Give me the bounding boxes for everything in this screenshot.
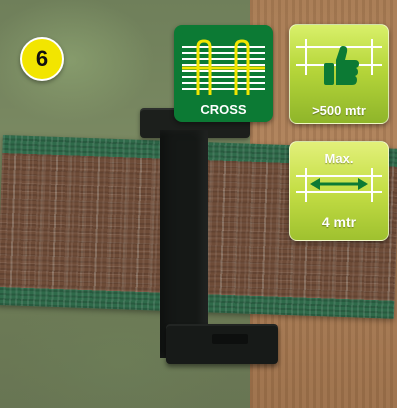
max-span-value: 4 mtr — [321, 214, 357, 230]
distance-badge: >500 mtr — [289, 24, 389, 124]
insulator-clip-foot — [166, 324, 278, 364]
insulator-clip-slot — [212, 334, 248, 344]
max-span-badge: Max. 4 mtr — [289, 141, 389, 241]
max-label: Max. — [324, 151, 354, 166]
step-number-badge: 6 — [20, 37, 64, 81]
fence-posts-icon — [296, 39, 382, 85]
cross-badge: CROSS — [174, 25, 273, 122]
step-number: 6 — [35, 46, 49, 71]
fence-tape-photo: 6 CROSS >500 mtr Max. 4 mtr — [0, 0, 397, 408]
cross-label: CROSS — [200, 102, 247, 117]
tape-cross-icon — [180, 33, 267, 95]
distance-label: >500 mtr — [312, 103, 366, 118]
thumbs-up-icon — [324, 46, 359, 85]
